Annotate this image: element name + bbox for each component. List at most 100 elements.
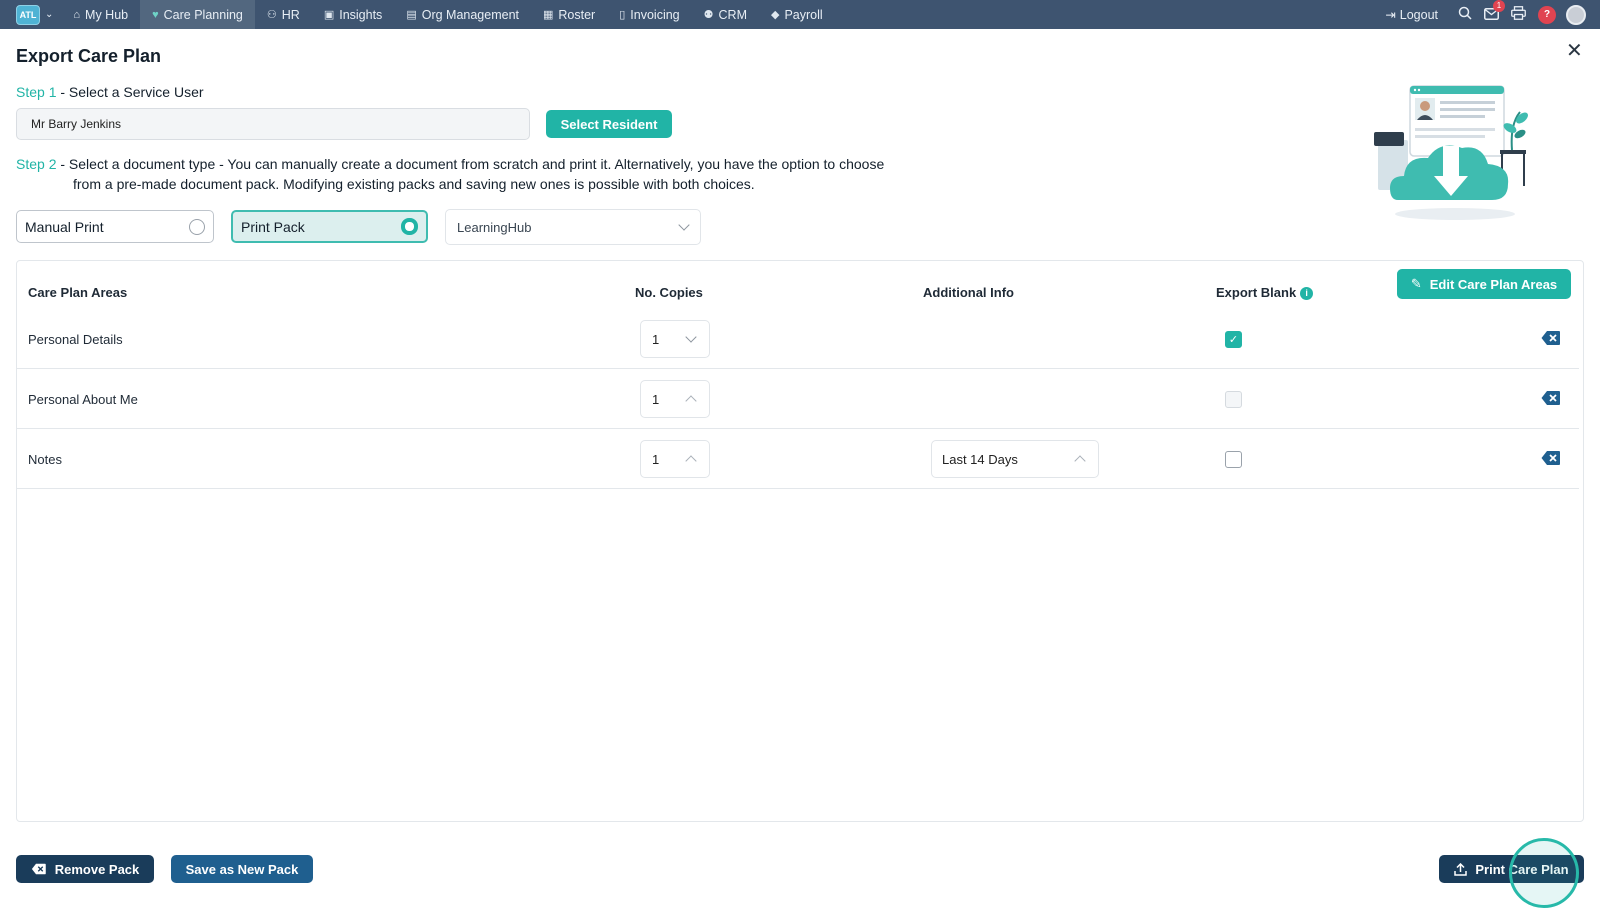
chevron-down-icon — [685, 331, 697, 343]
nav-item-insights[interactable]: ▣ Insights — [312, 0, 395, 29]
nav-item-hr[interactable]: ⚇ HR — [255, 0, 312, 29]
people-icon: ⚇ — [266, 9, 277, 21]
nav-item-label: HR — [281, 7, 300, 22]
table-row: Personal Details 1 ✓ — [17, 309, 1579, 369]
mail-icon[interactable]: 1 — [1484, 0, 1505, 23]
export-blank-checkbox[interactable]: ✓ — [1225, 331, 1242, 348]
building-icon: ▤ — [406, 9, 417, 21]
nav-item-invoicing[interactable]: ▯ Invoicing — [607, 0, 691, 29]
nav-item-label: My Hub — [85, 7, 129, 22]
step1-prefix: Step 1 — [16, 84, 57, 100]
print-pack-label: Print Pack — [241, 218, 305, 235]
nav-item-crm[interactable]: ⚉ CRM — [692, 0, 759, 29]
table-row: Notes 1 Last 14 Days — [17, 429, 1579, 489]
additional-info-value: Last 14 Days — [942, 451, 1018, 467]
chevron-up-icon — [685, 455, 697, 467]
nav-item-label: Care Planning — [163, 7, 243, 22]
remove-row-icon[interactable] — [1541, 390, 1561, 406]
chevron-up-icon — [685, 395, 697, 407]
manual-print-option[interactable]: Manual Print — [16, 210, 214, 243]
search-icon[interactable] — [1458, 6, 1472, 23]
tag-icon: ◆ — [770, 9, 780, 21]
print-care-plan-button[interactable]: Print Care Plan — [1439, 855, 1584, 883]
pack-select-value: LearningHub — [457, 219, 532, 235]
column-header-additional-info: Additional Info — [923, 285, 1014, 300]
copies-value: 1 — [652, 331, 660, 347]
export-blank-checkbox[interactable] — [1225, 391, 1242, 408]
copies-select[interactable]: 1 — [640, 380, 710, 418]
avatar[interactable] — [1566, 4, 1586, 25]
chart-icon: ▣ — [323, 9, 335, 21]
cloud-download-illustration — [1374, 85, 1528, 220]
export-blank-checkbox[interactable] — [1225, 451, 1242, 468]
export-blank-label: Export Blank — [1216, 285, 1297, 300]
calendar-icon: ▦ — [543, 9, 554, 21]
nav-item-payroll[interactable]: ◆ Payroll — [759, 0, 835, 29]
remove-row-icon[interactable] — [1541, 450, 1561, 466]
printer-icon[interactable] — [1511, 6, 1526, 23]
edit-care-plan-areas-button[interactable]: ✎ Edit Care Plan Areas — [1397, 269, 1571, 299]
edit-button-label: Edit Care Plan Areas — [1429, 276, 1558, 292]
nav-item-label: Roster — [558, 7, 596, 22]
nav-item-label: Payroll — [784, 7, 823, 22]
column-header-copies: No. Copies — [635, 285, 703, 300]
pack-select[interactable]: LearningHub — [445, 209, 701, 245]
brand-logo: ATL — [16, 4, 40, 25]
row-area-label: Personal About Me — [28, 391, 138, 407]
nav-item-care-planning[interactable]: ♥ Care Planning — [140, 0, 255, 29]
pencil-icon: ✎ — [1410, 276, 1422, 291]
nav-item-my-hub[interactable]: ⌂ My Hub — [61, 0, 140, 29]
care-plan-areas-table: Care Plan Areas No. Copies Additional In… — [16, 260, 1584, 822]
logout-icon: ⇥ — [1385, 8, 1396, 22]
table-row: Personal About Me 1 — [17, 369, 1579, 429]
nav-actions: ⇥ Logout 1 ? — [1385, 0, 1600, 29]
top-nav: ATL ⌄ ⌂ My Hub ♥ Care Planning ⚇ HR ▣ Insigh… — [0, 0, 1600, 29]
print-care-plan-label: Print Care Plan — [1475, 861, 1569, 877]
step2-line2: from a pre-made document pack. Modifying… — [73, 176, 755, 192]
nav-item-org-management[interactable]: ▤ Org Management — [394, 0, 531, 29]
step2-prefix: Step 2 — [16, 156, 57, 172]
row-area-label: Personal Details — [28, 331, 123, 347]
copies-value: 1 — [652, 391, 660, 407]
step1-label: Step 1 - Select a Service User — [16, 84, 204, 100]
manual-print-label: Manual Print — [25, 218, 104, 235]
remove-row-icon[interactable] — [1541, 330, 1561, 346]
nav-item-label: Invoicing — [630, 7, 680, 22]
home-icon: ⌂ — [73, 8, 81, 21]
print-pack-radio[interactable] — [401, 218, 418, 235]
chevron-down-icon — [678, 219, 690, 231]
chevron-up-icon — [1074, 455, 1086, 467]
step2-line1: - Select a document type - You can manua… — [56, 156, 885, 172]
brand-switcher[interactable]: ATL ⌄ — [16, 4, 54, 25]
chevron-down-icon: ⌄ — [45, 9, 54, 20]
info-icon[interactable]: i — [1300, 286, 1314, 300]
select-resident-button[interactable]: Select Resident — [546, 110, 672, 138]
column-header-areas: Care Plan Areas — [28, 285, 128, 300]
print-pack-option[interactable]: Print Pack — [231, 210, 428, 243]
nav-item-roster[interactable]: ▦ Roster — [531, 0, 607, 29]
copies-select[interactable]: 1 — [640, 320, 710, 358]
save-as-new-pack-button[interactable]: Save as New Pack — [171, 855, 313, 883]
heart-icon: ♥ — [152, 8, 159, 21]
help-icon[interactable]: ? — [1538, 5, 1556, 24]
step1-text: - Select a Service User — [56, 84, 204, 100]
nav-item-label: Insights — [339, 7, 383, 22]
contacts-icon: ⚉ — [703, 9, 714, 21]
remove-pack-icon — [31, 863, 46, 875]
copies-value: 1 — [652, 451, 660, 467]
remove-pack-button[interactable]: Remove Pack — [16, 855, 154, 883]
page-title: Export Care Plan — [16, 46, 162, 66]
remove-pack-label: Remove Pack — [54, 861, 140, 877]
column-header-export-blank: Export Blank i — [1216, 285, 1314, 300]
nav-item-label: CRM — [718, 7, 747, 22]
notification-badge: 1 — [1493, 0, 1505, 12]
additional-info-select[interactable]: Last 14 Days — [931, 440, 1099, 478]
copies-select[interactable]: 1 — [640, 440, 710, 478]
upload-icon — [1454, 862, 1468, 876]
service-user-field[interactable]: Mr Barry Jenkins — [16, 108, 530, 140]
manual-print-radio[interactable] — [189, 218, 205, 235]
close-icon[interactable]: ✕ — [1566, 38, 1583, 63]
row-area-label: Notes — [28, 451, 62, 467]
logout-button[interactable]: ⇥ Logout — [1385, 7, 1438, 23]
document-icon: ▯ — [619, 9, 626, 21]
